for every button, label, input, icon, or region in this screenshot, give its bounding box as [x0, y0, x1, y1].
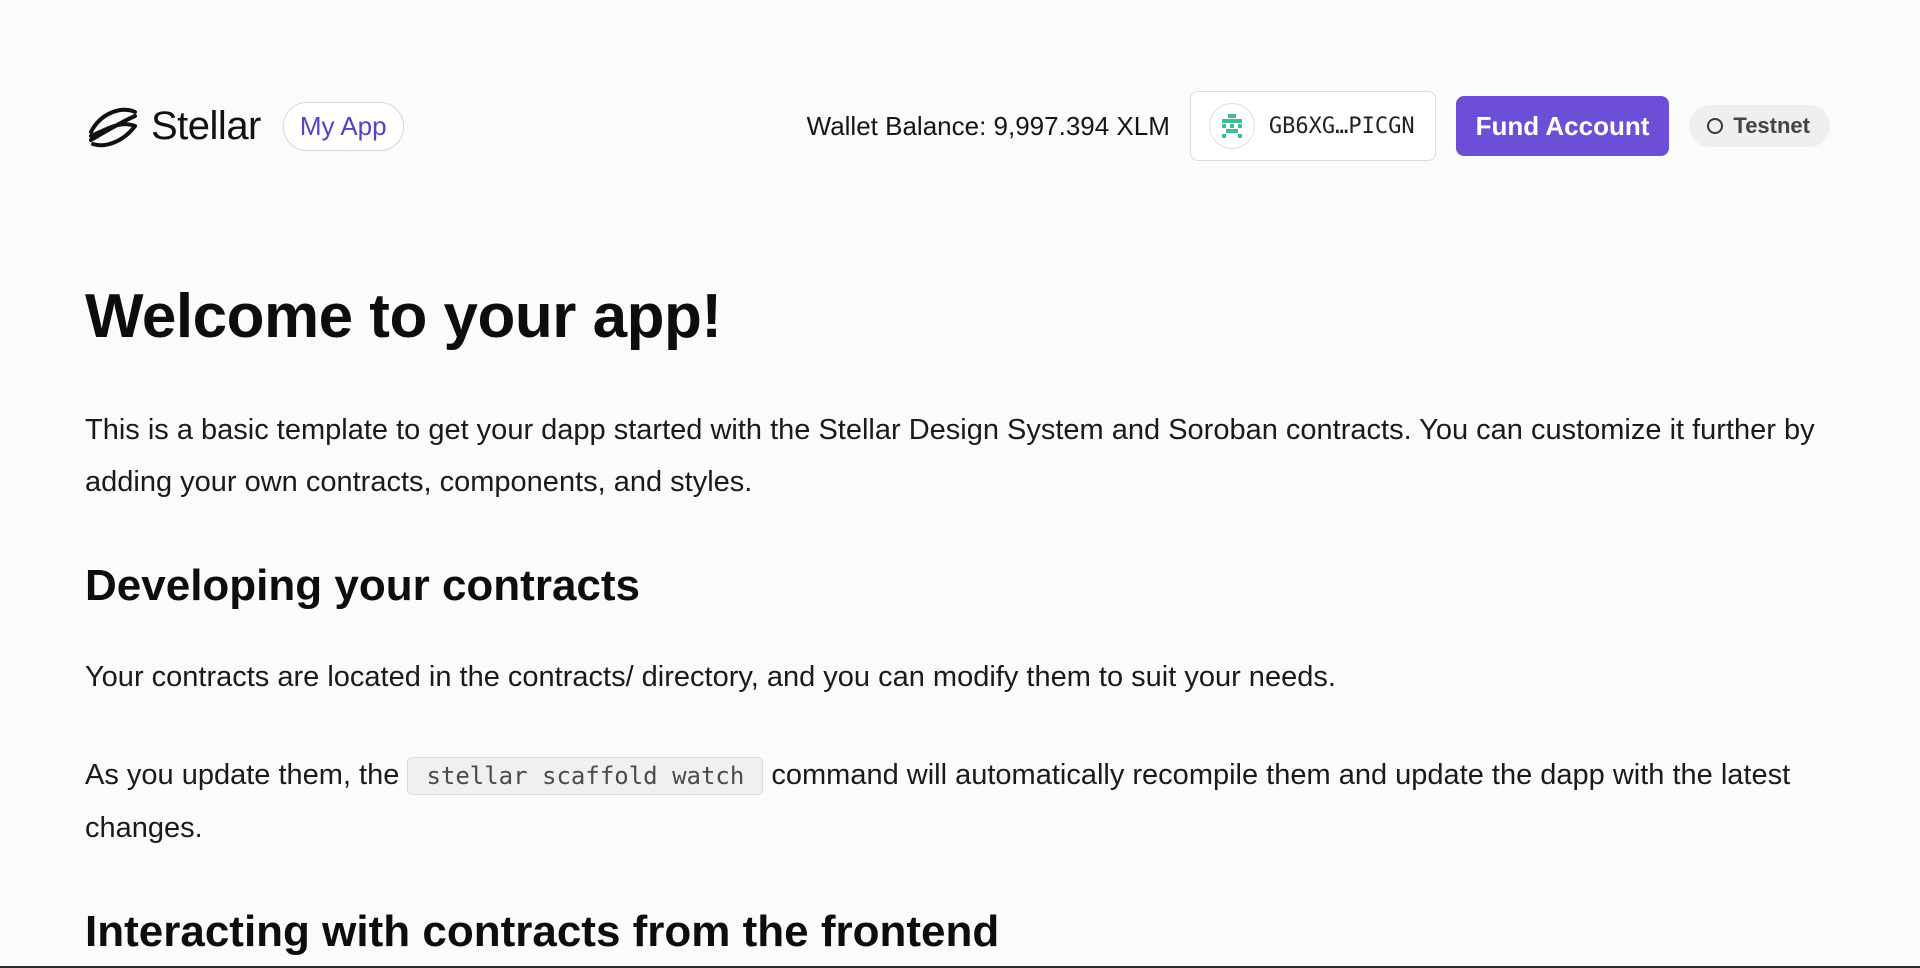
intro-paragraph: This is a basic template to get your dap… [85, 414, 1815, 499]
page-title: Welcome to your app! [85, 282, 722, 351]
watch-command-paragraph: As you update them, the stellar scaffold… [85, 749, 1845, 854]
fund-account-button[interactable]: Fund Account [1455, 96, 1670, 156]
app-name-badge: My App [282, 101, 404, 151]
wallet-address-button[interactable]: GB6XG…PICGN [1189, 91, 1436, 161]
section-heading-developing: Developing your contracts [85, 561, 641, 611]
brand: Stellar My App [85, 101, 404, 151]
stellar-logo-icon [89, 107, 137, 148]
wallet-address: GB6XG…PICGN [1268, 113, 1415, 139]
network-status-icon [1707, 118, 1724, 134]
network-selector[interactable]: Testnet [1689, 105, 1830, 147]
network-label: Testnet [1733, 113, 1810, 138]
stellar-logo[interactable]: Stellar [85, 102, 261, 150]
watch-text-before: As you update them, the [85, 759, 408, 792]
page: Stellar My App Wallet Balance: 9,997.394… [0, 0, 1920, 968]
section-heading-interacting: Interacting with contracts from the fron… [85, 907, 1000, 957]
contracts-location-paragraph: Your contracts are located in the contra… [85, 661, 1336, 694]
wallet-balance: Wallet Balance: 9,997.394 XLM [806, 110, 1170, 141]
app-header: Stellar My App Wallet Balance: 9,997.394… [85, 88, 1830, 164]
watch-command-code: stellar scaffold watch [407, 757, 764, 796]
identicon-avatar-icon [1208, 103, 1255, 149]
main-content: Welcome to your app! This is a basic tem… [85, 280, 1845, 959]
header-actions: Wallet Balance: 9,997.394 XLM GB6XG…PICG… [807, 91, 1830, 161]
logo-text: Stellar [151, 103, 261, 148]
